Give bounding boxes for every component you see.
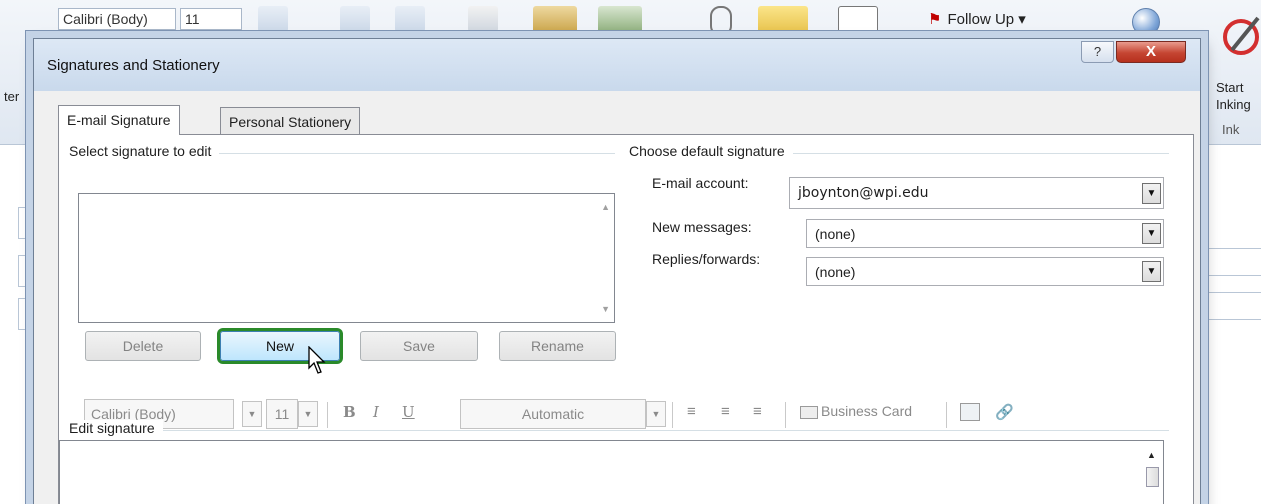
- close-button[interactable]: X: [1116, 41, 1186, 63]
- align-center-icon[interactable]: ≡: [721, 403, 730, 420]
- color-select[interactable]: Automatic: [460, 399, 646, 429]
- default-signature-label: Choose default signature: [629, 143, 793, 159]
- business-card-button[interactable]: Business Card: [800, 403, 912, 419]
- size-dropdown-icon[interactable]: ▼: [298, 401, 318, 427]
- signature-list[interactable]: ▲ ▼: [78, 193, 615, 323]
- signature-list-scrollbar[interactable]: ▲ ▼: [597, 194, 614, 322]
- scroll-down-icon[interactable]: ▼: [601, 304, 610, 314]
- flag-icon: ⚑: [928, 11, 942, 28]
- new-messages-select[interactable]: (none) ▼: [806, 219, 1164, 248]
- ink-group-label: Ink: [1222, 122, 1240, 137]
- replies-forwards-select[interactable]: (none) ▼: [806, 257, 1164, 286]
- hyperlink-icon[interactable]: 🔗: [995, 403, 1014, 421]
- start-inking-label[interactable]: Start Inking: [1216, 79, 1251, 113]
- scroll-up-icon[interactable]: ▲: [601, 202, 610, 212]
- ribbon-partial-label: ter: [4, 89, 20, 104]
- chevron-down-icon[interactable]: ▼: [1142, 183, 1161, 204]
- grow-font-icon[interactable]: [258, 6, 288, 32]
- email-account-select[interactable]: jboynton@wpi.edu ▼: [789, 177, 1164, 209]
- size-select[interactable]: 11: [266, 399, 298, 429]
- save-button[interactable]: Save: [360, 331, 478, 361]
- toolbar-separator: [946, 402, 947, 428]
- font-dropdown-icon[interactable]: ▼: [242, 401, 262, 427]
- help-button[interactable]: ?: [1081, 41, 1114, 63]
- align-right-icon[interactable]: ≡: [753, 403, 762, 420]
- tab-personal-stationery[interactable]: Personal Stationery: [220, 107, 361, 134]
- tab-email-signature[interactable]: E-mail Signature: [58, 105, 180, 135]
- email-account-value: jboynton@wpi.edu: [798, 185, 929, 201]
- toolbar-separator: [672, 402, 673, 428]
- underline-button[interactable]: U: [402, 403, 415, 421]
- edit-signature-label: Edit signature: [69, 420, 163, 436]
- color-dropdown-icon[interactable]: ▼: [646, 401, 666, 427]
- start-inking-icon[interactable]: [1218, 12, 1261, 58]
- address-book-icon[interactable]: [533, 6, 577, 38]
- business-card-icon: [800, 405, 818, 419]
- ribbon-size-box[interactable]: 11: [180, 8, 242, 30]
- toolbar-separator: [785, 402, 786, 428]
- signature-icon[interactable]: [838, 6, 878, 42]
- new-messages-label: New messages:: [652, 219, 752, 235]
- dialog-titlebar[interactable]: Signatures and Stationery ? X: [34, 39, 1200, 91]
- check-names-icon[interactable]: [598, 6, 642, 38]
- edit-group-line: [69, 430, 1169, 431]
- bold-button[interactable]: B: [343, 403, 356, 421]
- select-signature-label: Select signature to edit: [69, 143, 220, 159]
- chevron-down-icon[interactable]: ▼: [1142, 223, 1161, 244]
- replies-forwards-value: (none): [815, 264, 856, 280]
- italic-button[interactable]: I: [373, 403, 379, 421]
- globe-icon[interactable]: [1132, 8, 1160, 36]
- new-messages-value: (none): [815, 226, 856, 242]
- delete-button[interactable]: Delete: [85, 331, 201, 361]
- toolbar-separator: [327, 402, 328, 428]
- signature-editor[interactable]: [59, 440, 1164, 504]
- replies-forwards-label: Replies/forwards:: [652, 251, 761, 267]
- signatures-dialog: Signatures and Stationery ? X E-mail Sig…: [33, 38, 1201, 504]
- ribbon-font-box[interactable]: Calibri (Body): [58, 8, 176, 30]
- attach-item-icon[interactable]: [758, 6, 808, 40]
- mouse-cursor-icon: [308, 346, 326, 374]
- dialog-body: E-mail Signature Personal Stationery Sel…: [40, 91, 1194, 504]
- chevron-down-icon[interactable]: ▼: [1142, 261, 1161, 282]
- follow-up-label: Follow Up: [947, 11, 1015, 28]
- email-account-label: E-mail account:: [652, 175, 749, 191]
- attach-file-icon[interactable]: [710, 6, 732, 36]
- numbering-icon[interactable]: [395, 6, 425, 32]
- styles-icon[interactable]: [468, 6, 498, 32]
- editor-scroll-up-icon[interactable]: ▲: [1147, 450, 1156, 460]
- rename-button[interactable]: Rename: [499, 331, 616, 361]
- insert-picture-icon[interactable]: [960, 403, 980, 421]
- align-left-icon[interactable]: ≡: [687, 403, 696, 420]
- follow-up-button[interactable]: ⚑ Follow Up ▾: [928, 10, 1026, 28]
- bullets-icon[interactable]: [340, 6, 370, 32]
- business-card-label: Business Card: [821, 403, 913, 419]
- editor-scroll-thumb[interactable]: [1146, 467, 1159, 487]
- dialog-title: Signatures and Stationery: [47, 57, 220, 74]
